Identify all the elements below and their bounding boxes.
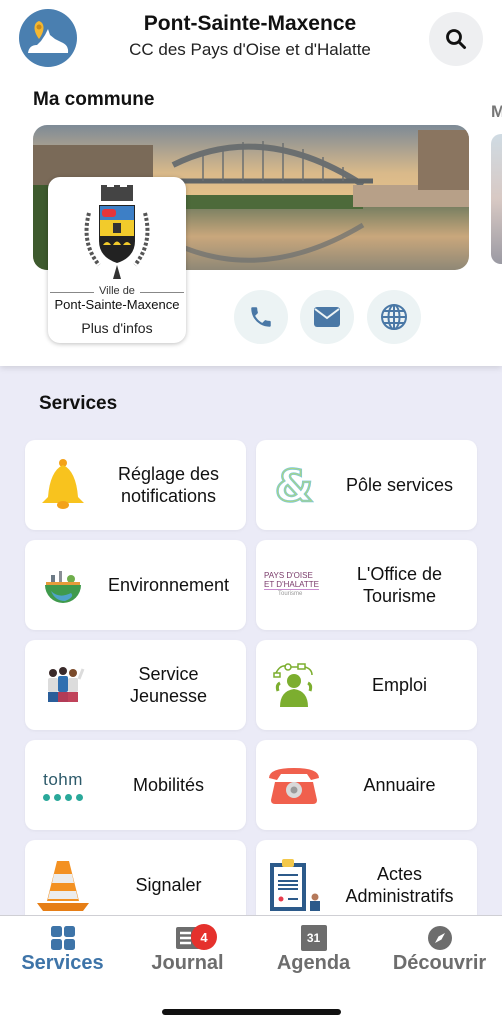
service-tile-notifications[interactable]: Réglage des notifications xyxy=(25,440,246,530)
nav-label: Journal xyxy=(151,952,224,974)
ma-commune-heading: Ma commune xyxy=(33,89,155,110)
tohm-dots xyxy=(43,793,83,801)
phone-button[interactable] xyxy=(234,290,288,344)
compass-icon xyxy=(427,926,452,950)
tohm-logo-text: tohm xyxy=(43,769,83,789)
service-label: Réglage des notifications xyxy=(117,464,220,506)
bell-icon xyxy=(42,459,84,509)
nav-label: Agenda xyxy=(276,952,351,974)
grid-icon xyxy=(50,926,75,950)
tohm-logo-icon: tohm xyxy=(33,755,93,815)
email-button[interactable] xyxy=(300,290,354,344)
more-info-link[interactable]: Plus d'infos xyxy=(48,320,186,336)
service-label: L'Office de Tourisme xyxy=(356,564,443,606)
search-button[interactable] xyxy=(429,12,483,66)
crest-caption-name: Pont-Sainte-Maxence xyxy=(54,297,180,312)
service-tile-mobilites[interactable]: tohm Mobilités xyxy=(25,740,246,830)
top-section: Pont-Sainte-Maxence CC des Pays d'Oise e… xyxy=(0,0,502,366)
service-label: Environnement xyxy=(107,575,230,595)
earth-environment-icon xyxy=(45,571,81,603)
crest-caption-top: Ville de xyxy=(48,285,186,297)
next-carousel-heading: M xyxy=(491,102,502,121)
search-icon xyxy=(446,29,466,49)
commune-info-card[interactable]: Ville de Pont-Sainte-Maxence Plus d'info… xyxy=(48,177,186,343)
services-heading: Services xyxy=(39,393,118,414)
ampersand-icon: & & xyxy=(274,463,314,507)
calendar-day: 31 xyxy=(306,931,321,945)
next-commune-card-partial[interactable] xyxy=(491,134,502,264)
service-tile-pole-services[interactable]: & & Pôle services xyxy=(256,440,477,530)
service-label: Pôle services xyxy=(345,475,454,495)
tourism-logo-line1: PAYS D'OISE xyxy=(264,571,313,580)
calendar-icon: 31 xyxy=(300,925,327,951)
service-tile-environnement[interactable]: Environnement xyxy=(25,540,246,630)
telephone-icon xyxy=(269,768,319,804)
service-tile-jeunesse[interactable]: Service Jeunesse xyxy=(25,640,246,730)
nav-tab-services[interactable]: Services xyxy=(0,916,125,986)
globe-icon xyxy=(381,304,407,330)
nav-label: Découvrir xyxy=(392,952,487,974)
app-title: Pont-Sainte-Maxence xyxy=(143,12,357,35)
clipboard-document-icon xyxy=(270,859,320,911)
app-logo[interactable] xyxy=(19,9,77,67)
home-indicator[interactable] xyxy=(162,1009,341,1015)
nav-tab-agenda[interactable]: 31 Agenda xyxy=(251,916,376,986)
app-subtitle: CC des Pays d'Oise et d'Halatte xyxy=(129,40,371,59)
service-label: Service Jeunesse xyxy=(129,664,208,706)
employment-icon xyxy=(273,663,313,707)
service-label: Annuaire xyxy=(363,775,436,795)
service-label: Emploi xyxy=(371,675,428,695)
town-pin-icon xyxy=(28,21,69,53)
coat-of-arms-icon xyxy=(84,185,150,279)
service-tile-office-tourisme[interactable]: PAYS D'OISE ET D'HALATTE Tourisme L'Offi… xyxy=(256,540,477,630)
nav-label: Services xyxy=(21,952,104,974)
youth-group-icon xyxy=(48,667,85,702)
journal-unread-badge: 4 xyxy=(191,924,217,950)
svg-text:&: & xyxy=(275,463,313,507)
phone-icon xyxy=(251,307,271,327)
service-label: Mobilités xyxy=(132,775,205,795)
service-tile-emploi[interactable]: Emploi xyxy=(256,640,477,730)
envelope-icon xyxy=(314,307,340,327)
tourism-logo-icon: PAYS D'OISE ET D'HALATTE Tourisme xyxy=(264,555,324,615)
tourism-logo-line3: Tourisme xyxy=(278,591,303,597)
nav-tab-journal[interactable]: Journal xyxy=(125,916,250,986)
service-tile-annuaire[interactable]: Annuaire xyxy=(256,740,477,830)
nav-tab-decouvrir[interactable]: Découvrir xyxy=(377,916,502,986)
tourism-logo-line2: ET D'HALATTE xyxy=(264,580,320,590)
traffic-cone-icon xyxy=(37,861,89,911)
website-button[interactable] xyxy=(367,290,421,344)
